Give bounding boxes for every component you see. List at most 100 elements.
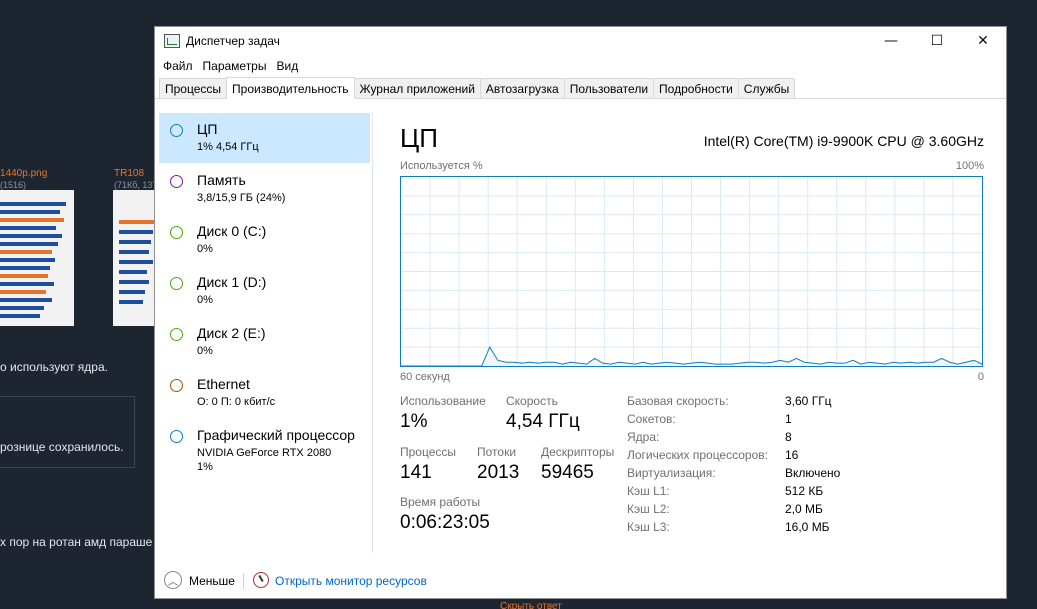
spec-virtualization-value: Включено (785, 466, 841, 480)
task-manager-app-icon (164, 34, 180, 48)
menu-file[interactable]: Файл (158, 59, 198, 73)
disk-dot-icon (170, 226, 183, 239)
tab-services[interactable]: Службы (737, 78, 796, 98)
sidebar-item-disk-1[interactable]: Диск 1 (D:) 0% (159, 266, 370, 316)
thumb1-meta: (1516) (0, 180, 27, 190)
sidebar-item-gpu[interactable]: Графический процессор NVIDIA GeForce RTX… (159, 419, 370, 479)
tab-strip: Процессы Производительность Журнал прило… (155, 77, 1006, 99)
processes-label: Процессы (400, 445, 457, 459)
sidebar-item-sub: 1% 4,54 ГГц (197, 141, 259, 153)
task-manager-window: Диспетчер задач — ☐ ✕ Файл Параметры Вид… (154, 26, 1007, 599)
tab-app-history[interactable]: Журнал приложений (353, 78, 481, 98)
sidebar-item-memory[interactable]: Память 3,8/15,9 ГБ (24%) (159, 164, 370, 214)
spec-virtualization-label: Виртуализация: (627, 466, 716, 480)
close-button[interactable]: ✕ (960, 27, 1006, 55)
disk-dot-icon (170, 277, 183, 290)
sidebar-item-sub: 0% (197, 294, 213, 306)
sidebar-item-label: Ethernet (197, 376, 250, 392)
spec-l2-value: 2,0 МБ (785, 502, 823, 516)
sidebar-item-ethernet[interactable]: Ethernet О: 0 П: 0 кбит/с (159, 368, 370, 418)
tab-processes[interactable]: Процессы (159, 78, 228, 98)
thumb2-image[interactable] (113, 190, 155, 326)
footer-bar: ︿ Меньше Открыть монитор ресурсов (155, 565, 1006, 598)
speed-value: 4,54 ГГц (506, 411, 580, 432)
thumb2-filename[interactable]: TR108 (114, 168, 144, 179)
spec-logical-value: 16 (785, 448, 799, 462)
tab-startup[interactable]: Автозагрузка (479, 78, 565, 98)
post-text-1: о используют ядра. (0, 360, 108, 374)
sidebar-item-label: Диск 0 (C:) (197, 223, 267, 239)
sidebar-item-sub: NVIDIA GeForce RTX 2080 (197, 447, 332, 459)
window-title: Диспетчер задач (186, 34, 280, 48)
tab-performance[interactable]: Производительность (226, 77, 355, 99)
thumb1-filename[interactable]: 1440p.png (0, 168, 47, 179)
menu-options[interactable]: Параметры (198, 59, 272, 73)
thumb2-meta: (71Кб, 137 (114, 180, 158, 190)
cpu-model-name: Intel(R) Core(TM) i9-9900K CPU @ 3.60GHz (703, 133, 984, 149)
graph-label-max: 100% (955, 160, 984, 172)
menu-view[interactable]: Вид (271, 59, 303, 73)
cpu-usage-graph-svg (401, 177, 983, 367)
footer-divider (243, 573, 244, 589)
spec-l1-label: Кэш L1: (627, 484, 670, 498)
spec-l1-value: 512 КБ (785, 484, 824, 498)
graph-label-zero: 0 (977, 371, 984, 383)
sidebar-item-sub: 3,8/15,9 ГБ (24%) (197, 192, 286, 204)
fewer-details-button[interactable]: Меньше (189, 574, 235, 588)
spec-logical-label: Логических процессоров: (627, 448, 768, 462)
thumb1-image[interactable] (0, 190, 74, 326)
memory-dot-icon (170, 175, 183, 188)
uptime-label: Время работы (400, 495, 481, 509)
minimize-button[interactable]: — (868, 27, 914, 55)
graph-label-usage: Используется % (400, 160, 483, 172)
open-resource-monitor-link[interactable]: Открыть монитор ресурсов (275, 574, 427, 588)
menu-bar: Файл Параметры Вид (155, 55, 1006, 77)
handles-value: 59465 (541, 462, 594, 483)
sidebar-item-label: ЦП (197, 121, 218, 137)
spec-l3-value: 16,0 МБ (785, 520, 830, 534)
gpu-dot-icon (170, 430, 183, 443)
sidebar-item-sub: О: 0 П: 0 кбит/с (197, 396, 276, 408)
spec-base-speed-label: Базовая скорость: (627, 394, 729, 408)
spec-l2-label: Кэш L2: (627, 502, 670, 516)
speed-label: Скорость (506, 394, 558, 408)
maximize-button[interactable]: ☐ (914, 27, 960, 55)
spec-l3-label: Кэш L3: (627, 520, 670, 534)
quote-box (0, 396, 135, 468)
usage-label: Использование (400, 394, 486, 408)
page-title: ЦП (400, 123, 438, 153)
disk-dot-icon (170, 328, 183, 341)
tab-details[interactable]: Подробности (653, 78, 739, 98)
threads-value: 2013 (477, 462, 520, 483)
processes-value: 141 (400, 462, 432, 483)
sidebar-item-sub: 0% (197, 243, 213, 255)
sidebar-item-cpu[interactable]: ЦП 1% 4,54 ГГц (159, 113, 370, 163)
spec-sockets-label: Сокетов: (627, 412, 676, 426)
spec-base-speed-value: 3,60 ГГц (785, 394, 832, 408)
sidebar-item-sub: 0% (197, 345, 213, 357)
cpu-performance-panel: ЦП Intel(R) Core(TM) i9-9900K CPU @ 3.60… (400, 113, 990, 553)
sidebar-item-label: Графический процессор (197, 427, 355, 443)
cpu-dot-icon (170, 124, 183, 137)
resource-monitor-icon (253, 572, 269, 588)
threads-label: Потоки (477, 445, 517, 459)
tab-users[interactable]: Пользователи (563, 78, 655, 98)
cpu-usage-graph (400, 176, 983, 367)
title-bar[interactable]: Диспетчер задач — ☐ ✕ (155, 27, 1006, 55)
usage-value: 1% (400, 411, 428, 432)
post-text-2: рознице сохранилось. (0, 440, 124, 454)
hide-reply-link[interactable]: Скрыть ответ (500, 601, 562, 609)
uptime-value: 0:06:23:05 (400, 512, 490, 533)
ethernet-dot-icon (170, 379, 183, 392)
sidebar-item-disk-0[interactable]: Диск 0 (C:) 0% (159, 215, 370, 265)
graph-label-time: 60 секунд (400, 371, 450, 383)
sidebar-item-disk-2[interactable]: Диск 2 (E:) 0% (159, 317, 370, 367)
spec-cores-value: 8 (785, 430, 792, 444)
sidebar-item-label: Диск 1 (D:) (197, 274, 267, 290)
spec-sockets-value: 1 (785, 412, 792, 426)
sidebar-item-label: Память (197, 172, 246, 188)
spec-cores-label: Ядра: (627, 430, 660, 444)
sidebar-item-sub2: 1% (197, 461, 213, 473)
resource-sidebar: ЦП 1% 4,54 ГГц Память 3,8/15,9 ГБ (24%) … (159, 113, 373, 553)
chevron-up-icon[interactable]: ︿ (164, 571, 182, 589)
